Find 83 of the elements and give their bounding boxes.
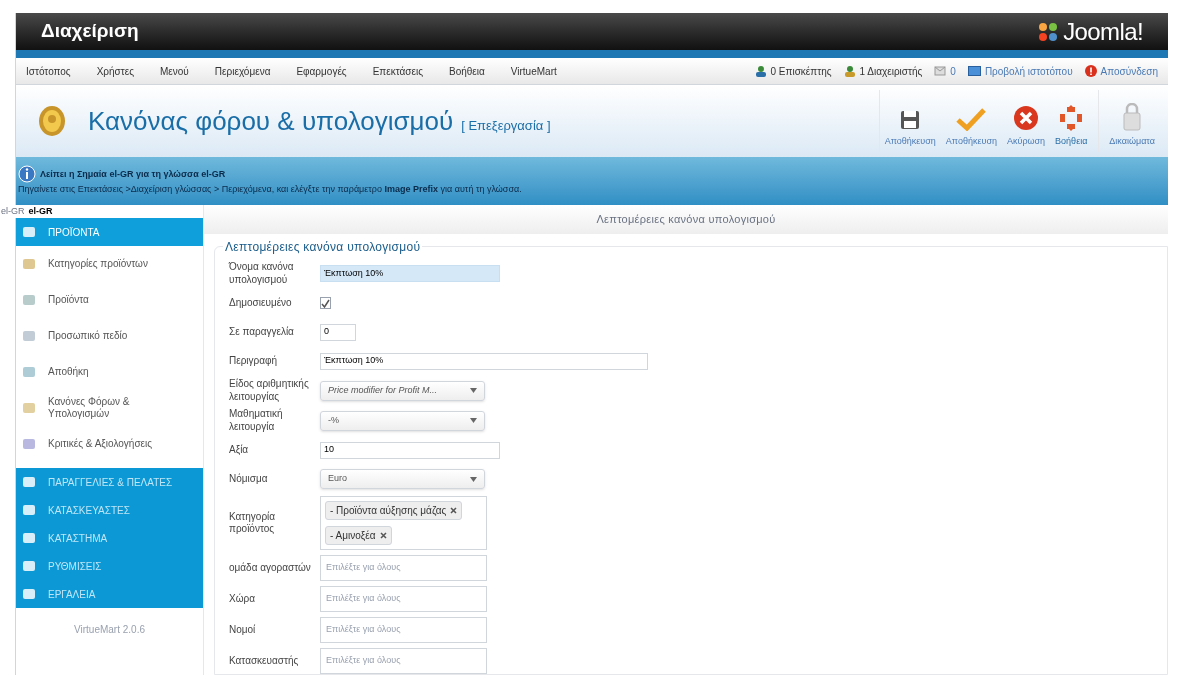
caret-icon — [470, 476, 477, 482]
folder-icon — [22, 559, 36, 573]
caret-icon — [470, 418, 477, 423]
checkmark-icon — [956, 106, 987, 131]
list-icon — [22, 257, 36, 271]
text-input[interactable]: Έκπτωση 10% — [320, 265, 500, 282]
folder-icon — [22, 225, 36, 239]
field-label: Κατηγορία προϊόντος — [229, 510, 277, 536]
page-title: Κανόνας φόρου & υπολογισμού — [88, 104, 454, 138]
users-icon — [754, 65, 767, 77]
tag-select[interactable]: - Προϊόντα αύξησης μάζας - Αμινοξέα — [320, 496, 487, 550]
field-label: Όνομα κανόνα υπολογισμού — [229, 261, 295, 286]
field-label: Είδος αριθμητικής λειτουργίας — [229, 378, 310, 403]
alert-icon — [1084, 65, 1097, 77]
field-label: Νομοί — [229, 623, 257, 637]
status-link[interactable]: 1 Διαχειριστής — [859, 63, 923, 79]
list-icon — [22, 293, 36, 307]
language-code: el-GR — [1, 204, 25, 218]
list-icon — [22, 329, 36, 343]
close-icon — [379, 532, 387, 539]
select-dropdown[interactable]: Price modifier for Profit M... — [320, 380, 485, 401]
field-label: Σε παραγγελία — [229, 325, 295, 339]
fieldset-legend: Λεπτομέρειες κανόνα υπολογισμού — [223, 238, 423, 256]
list-icon — [22, 365, 36, 379]
text-input[interactable]: Έκπτωση 10% — [320, 352, 648, 370]
folder-icon — [22, 475, 36, 489]
field-label: ομάδα αγοραστών — [229, 561, 312, 575]
menu-item[interactable]: VirtueMart — [510, 63, 557, 79]
field-label: Κατασκευαστής — [229, 654, 300, 668]
save-icon — [899, 108, 922, 131]
toolbar-button[interactable]: Αποθήκευση — [879, 90, 941, 152]
menu-item[interactable]: Χρήστες — [96, 63, 134, 79]
caret-icon — [470, 388, 477, 393]
version-text: VirtueMart 2.0.6 — [73, 623, 146, 637]
language-name: el-GR — [28, 204, 53, 218]
field-label: Νόμισμα — [229, 472, 269, 486]
list-icon — [22, 401, 36, 415]
toolbar-button[interactable]: Αποθήκευση — [940, 90, 1002, 152]
select-dropdown[interactable]: -% — [320, 410, 485, 431]
tag-chip[interactable]: - Προϊόντα αύξησης μάζας — [325, 501, 463, 520]
status-link[interactable]: 0 Επισκέπτης — [770, 63, 832, 79]
folder-icon — [22, 531, 36, 545]
field-label: Αξία — [229, 443, 250, 457]
lock-icon — [1122, 102, 1143, 131]
folder-icon — [22, 503, 36, 517]
select-dropdown[interactable]: Euro — [320, 469, 485, 489]
monitor-icon — [967, 66, 981, 76]
page-subtitle: [ Επεξεργασία ] — [461, 116, 551, 135]
logo-icon — [1037, 20, 1060, 43]
field-label: Χώρα — [229, 592, 256, 606]
toolbar-button[interactable]: Βοήθεια — [1050, 90, 1093, 152]
menu-item[interactable]: Ιστότοπος — [26, 63, 71, 79]
notice-heading: Λείπει η Σημαία el-GR για τη γλώσσα el-GR — [40, 167, 226, 181]
tag-chip[interactable]: - Αμινοξέα — [325, 526, 392, 545]
toolbar-button[interactable]: Δικαιώματα — [1098, 90, 1160, 152]
status-link[interactable]: 0 — [950, 63, 956, 79]
menu-item[interactable]: Περιεχόμενα — [214, 63, 271, 79]
mail-icon — [934, 66, 947, 76]
field-label: Δημοσιευμένο — [229, 296, 293, 310]
status-link[interactable]: Αποσύνδεση — [1100, 63, 1158, 79]
coins-icon — [38, 105, 66, 137]
text-input[interactable]: 0 — [320, 323, 356, 341]
menu-item[interactable]: Επεκτάσεις — [372, 63, 423, 79]
close-icon — [450, 507, 458, 514]
logo-text: Joomla! — [1063, 16, 1143, 47]
cancel-icon — [1013, 104, 1040, 131]
menu-item[interactable]: Βοήθεια — [448, 63, 485, 79]
header-title: Διαχείριση — [41, 19, 139, 44]
toolbar-button[interactable]: Ακύρωση — [1001, 90, 1051, 152]
field-label: Περιγραφή — [229, 354, 279, 368]
text-input[interactable]: 10 — [320, 441, 500, 459]
menu-item[interactable]: Εφαρμογές — [296, 63, 347, 79]
notice-text: Πηγαίνετε στις Επεκτάσεις >Διαχείριση γλώσσας > Περιεχόμενα, και ελέγξτε την παράμετρο Image Prefix για αυτή τη γλώσσα. — [18, 183, 523, 197]
checkbox[interactable] — [320, 297, 331, 309]
tab-title: Λεπτομέρειες κανόνα υπολογισμού — [596, 212, 776, 228]
info-icon — [18, 165, 36, 184]
field-label: Μαθηματική λειτουργία — [229, 408, 284, 433]
users-icon — [843, 65, 856, 77]
menu-item[interactable]: Μενού — [160, 63, 189, 79]
folder-icon — [22, 587, 36, 601]
help-icon — [1058, 104, 1085, 131]
status-link[interactable]: Προβολή ιστοτόπου — [984, 63, 1073, 79]
list-icon — [22, 437, 36, 451]
